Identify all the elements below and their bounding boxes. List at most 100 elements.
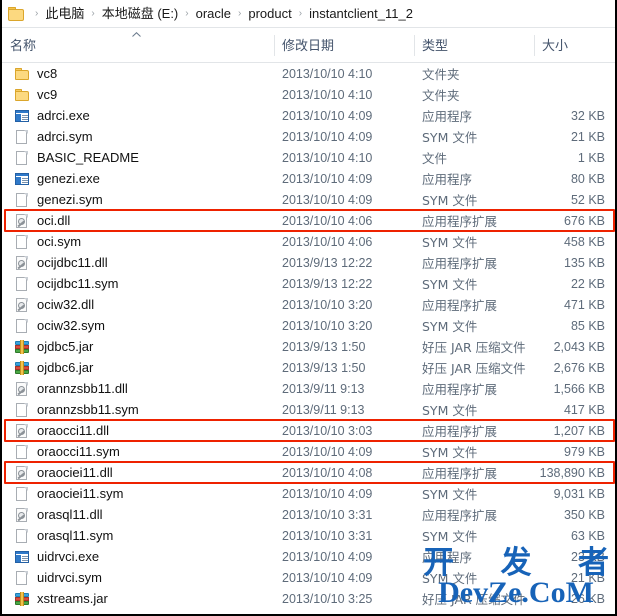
table-row[interactable]: genezi.exe 2013/10/10 4:09 应用程序 80 KB <box>2 168 615 189</box>
file-name-label: orannzsbb11.dll <box>37 381 128 396</box>
cell-name[interactable]: genezi.sym <box>2 192 274 208</box>
cell-name[interactable]: BASIC_README <box>2 150 274 166</box>
cell-name[interactable]: vc8 <box>2 66 274 82</box>
cell-name[interactable]: ociw32.dll <box>2 297 274 313</box>
cell-name[interactable]: oraocci11.dll <box>2 423 274 439</box>
cell-size: 676 KB <box>563 213 605 228</box>
table-row[interactable]: orasql11.dll 2013/10/10 3:31 应用程序扩展 350 KB <box>2 504 615 525</box>
cell-name[interactable]: adrci.exe <box>2 108 274 124</box>
table-row[interactable]: oraocci11.dll 2013/10/10 3:03 应用程序扩展 1,207 … <box>2 420 615 441</box>
file-name-label: vc8 <box>37 66 58 81</box>
breadcrumb-separator-icon: › <box>35 7 39 19</box>
cell-name[interactable]: uidrvci.sym <box>2 570 274 586</box>
table-row[interactable]: genezi.sym 2013/10/10 4:09 SYM 文件 52 KB <box>2 189 615 210</box>
column-header-date-modified[interactable]: 修改日期 <box>274 27 414 62</box>
file-name-label: oraocci11.dll <box>37 423 110 438</box>
cell-name[interactable]: oraocci11.sym <box>2 444 274 460</box>
breadcrumb-segment-2[interactable]: 本地磁盘 (E:) <box>100 5 181 23</box>
column-header-size[interactable]: 大小 <box>534 27 615 62</box>
cell-name[interactable]: oci.dll <box>2 213 274 229</box>
cell-name[interactable]: adrci.sym <box>2 129 274 145</box>
table-row[interactable]: ociw32.sym 2013/10/10 3:20 SYM 文件 85 KB <box>2 315 615 336</box>
table-row[interactable]: vc8 2013/10/10 4:10 文件夹 <box>2 63 615 84</box>
cell-size: 350 KB <box>563 507 605 522</box>
table-row[interactable]: orannzsbb11.dll 2013/9/11 9:13 应用程序扩展 1,566… <box>2 378 615 399</box>
file-name-label: ociw32.sym <box>37 318 105 333</box>
cell-size: 1,207 KB <box>553 423 605 438</box>
cell-size: 458 KB <box>563 234 605 249</box>
table-row[interactable]: oraociei11.sym 2013/10/10 4:09 SYM 文件 9,031… <box>2 483 615 504</box>
table-row[interactable]: oraocci11.sym 2013/10/10 4:09 SYM 文件 979 KB <box>2 441 615 462</box>
table-row[interactable]: xstreams.jar 2013/10/10 3:25 好压 JAR 压缩文件 26… <box>2 588 615 609</box>
cell-name[interactable]: ocijdbc11.dll <box>2 255 274 271</box>
cell-size: 471 KB <box>563 297 605 312</box>
table-row[interactable]: adrci.exe 2013/10/10 4:09 应用程序 32 KB <box>2 105 615 126</box>
cell-type: SYM 文件 <box>422 193 478 208</box>
breadcrumb-segment-5[interactable]: instantclient_11_2 <box>307 5 415 23</box>
column-header-name[interactable]: 名称 <box>2 27 274 62</box>
table-row[interactable]: ojdbc5.jar 2013/9/13 1:50 好压 JAR 压缩文件 2,043… <box>2 336 615 357</box>
cell-name[interactable]: ojdbc5.jar <box>2 339 274 355</box>
file-list[interactable]: vc8 2013/10/10 4:10 文件夹 vc9 2013/10/10 4:10 文… <box>2 63 615 609</box>
cell-name[interactable]: xstreams.jar <box>2 591 274 607</box>
cell-type: 好压 JAR 压缩文件 <box>422 592 526 607</box>
cell-name[interactable]: ociw32.sym <box>2 318 274 334</box>
file-icon <box>14 528 30 544</box>
cell-date-modified: 2013/10/10 4:09 <box>282 444 373 459</box>
cell-type: SYM 文件 <box>422 403 478 418</box>
table-row[interactable]: adrci.sym 2013/10/10 4:09 SYM 文件 21 KB <box>2 126 615 147</box>
folder-icon <box>14 66 30 82</box>
dll-icon <box>14 255 30 271</box>
cell-size: 135 KB <box>563 255 605 270</box>
breadcrumb-segment-1[interactable]: 此电脑 <box>43 5 86 23</box>
table-row[interactable]: vc9 2013/10/10 4:10 文件夹 <box>2 84 615 105</box>
cell-name[interactable]: oraociei11.dll <box>2 465 274 481</box>
table-row[interactable]: uidrvci.sym 2013/10/10 4:09 SYM 文件 21 KB <box>2 567 615 588</box>
cell-date-modified: 2013/10/10 4:09 <box>282 108 373 123</box>
cell-date-modified: 2013/10/10 4:08 <box>282 465 373 480</box>
cell-name[interactable]: ojdbc6.jar <box>2 360 274 376</box>
column-header-size-label: 大小 <box>542 39 569 54</box>
table-row[interactable]: orasql11.sym 2013/10/10 3:31 SYM 文件 63 KB <box>2 525 615 546</box>
archive-jar-icon <box>14 591 30 607</box>
cell-name[interactable]: oci.sym <box>2 234 274 250</box>
column-header-type[interactable]: 类型 <box>414 27 534 62</box>
cell-name[interactable]: ocijdbc11.sym <box>2 276 274 292</box>
table-row[interactable]: orannzsbb11.sym 2013/9/11 9:13 SYM 文件 417 K… <box>2 399 615 420</box>
table-row[interactable]: uidrvci.exe 2013/10/10 4:09 应用程序 23 KB <box>2 546 615 567</box>
breadcrumb-segment-3[interactable]: oracle <box>194 5 233 23</box>
cell-size: 979 KB <box>563 444 605 459</box>
cell-name[interactable]: uidrvci.exe <box>2 549 274 565</box>
cell-name[interactable]: orasql11.dll <box>2 507 274 523</box>
cell-date-modified: 2013/10/10 3:31 <box>282 528 373 543</box>
table-row[interactable]: oci.sym 2013/10/10 4:06 SYM 文件 458 KB <box>2 231 615 252</box>
file-icon <box>14 192 30 208</box>
table-row[interactable]: BASIC_README 2013/10/10 4:10 文件 1 KB <box>2 147 615 168</box>
cell-type: 文件夹 <box>422 88 460 103</box>
cell-name[interactable]: oraociei11.sym <box>2 486 274 502</box>
cell-name[interactable]: vc9 <box>2 87 274 103</box>
table-row[interactable]: ocijdbc11.sym 2013/9/13 12:22 SYM 文件 22 KB <box>2 273 615 294</box>
table-row[interactable]: ocijdbc11.dll 2013/9/13 12:22 应用程序扩展 135 KB <box>2 252 615 273</box>
cell-date-modified: 2013/9/13 12:22 <box>282 255 373 270</box>
table-row[interactable]: oci.dll 2013/10/10 4:06 应用程序扩展 676 KB <box>2 210 615 231</box>
cell-date-modified: 2013/10/10 4:09 <box>282 549 373 564</box>
table-row[interactable]: oraociei11.dll 2013/10/10 4:08 应用程序扩展 138,8… <box>2 462 615 483</box>
cell-name[interactable]: orannzsbb11.dll <box>2 381 274 397</box>
cell-name[interactable]: orasql11.sym <box>2 528 274 544</box>
file-icon <box>14 150 30 166</box>
cell-name[interactable]: orannzsbb11.sym <box>2 402 274 418</box>
file-name-label: oci.sym <box>37 234 82 249</box>
cell-size: 26 KB <box>570 591 605 606</box>
table-row[interactable]: ojdbc6.jar 2013/9/13 1:50 好压 JAR 压缩文件 2,676… <box>2 357 615 378</box>
file-name-label: ojdbc6.jar <box>37 360 94 375</box>
cell-name[interactable]: genezi.exe <box>2 171 274 187</box>
cell-date-modified: 2013/10/10 4:06 <box>282 234 373 249</box>
cell-size: 1 KB <box>577 150 605 165</box>
cell-type: 应用程序扩展 <box>422 382 498 397</box>
breadcrumb-segment-4[interactable]: product <box>246 5 293 23</box>
cell-date-modified: 2013/9/13 1:50 <box>282 339 366 354</box>
table-row[interactable]: ociw32.dll 2013/10/10 3:20 应用程序扩展 471 KB <box>2 294 615 315</box>
caret-up-icon <box>132 32 141 37</box>
breadcrumb[interactable]: › 此电脑 › 本地磁盘 (E:) › oracle › product › instantcli… <box>2 0 615 28</box>
